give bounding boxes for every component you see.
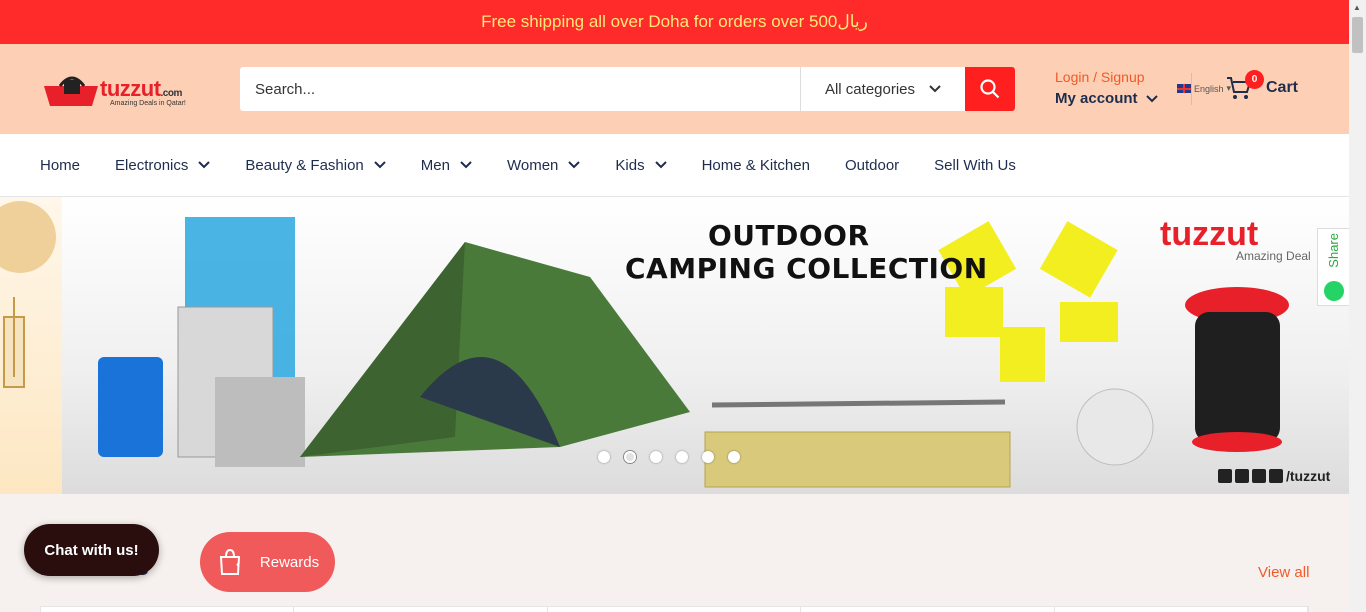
banner-brand-tagline: Amazing Deal (1236, 249, 1311, 263)
site-header: tuzzut.com Amazing Deals in Qatar! All c… (0, 44, 1349, 134)
rewards-label: Rewards (259, 553, 320, 571)
page-scrollbar[interactable]: ▲ (1349, 0, 1366, 612)
nav-label: Electronics (115, 156, 189, 174)
youtube-icon (1269, 469, 1283, 483)
product-card[interactable] (294, 607, 548, 612)
nav-item-women[interactable]: Women (506, 156, 581, 174)
nav-item-electronics[interactable]: Electronics (115, 156, 211, 174)
logo-text: tuzzut (100, 76, 161, 101)
slider-dots (598, 451, 740, 463)
search-icon (980, 79, 1000, 99)
site-logo[interactable]: tuzzut.com Amazing Deals in Qatar! (42, 72, 202, 112)
chat-button[interactable]: Chat with us! (24, 524, 159, 576)
slider-dot[interactable] (650, 451, 662, 463)
shopping-bag-icon (44, 76, 98, 106)
rewards-button[interactable]: Rewards (200, 532, 335, 592)
slider-dot-active[interactable] (624, 451, 636, 463)
category-select-value: All categories (824, 80, 916, 98)
cart-label: Cart (1266, 79, 1299, 96)
nav-label: Home & Kitchen (701, 156, 810, 174)
camping-products-illustration (98, 217, 1289, 488)
chat-label: Chat with us! (44, 541, 139, 559)
linkedin-icon (1252, 469, 1266, 483)
main-nav: Home Electronics Beauty & Fashion Men Wo… (0, 134, 1349, 197)
announcement-text: Free shipping all over Doha for orders o… (481, 12, 868, 31)
product-card[interactable] (1055, 607, 1309, 612)
share-widget[interactable]: Share (1317, 228, 1349, 306)
scrollbar-thumb[interactable] (1352, 17, 1363, 53)
my-account-dropdown[interactable]: My account (1055, 90, 1158, 107)
slider-dot[interactable] (676, 451, 688, 463)
account-area: Login / Signup My account (1055, 69, 1158, 107)
cart-button[interactable]: 0 Cart (1226, 70, 1299, 101)
view-all-link[interactable]: View all (1258, 564, 1309, 581)
nav-item-beauty-fashion[interactable]: Beauty & Fashion (245, 156, 386, 174)
gift-bag-icon (219, 548, 240, 575)
product-card[interactable] (41, 607, 295, 612)
product-grid (40, 606, 1309, 612)
share-label: Share (1326, 233, 1341, 268)
banner-headline-outdoor: OUTDOOR (708, 219, 870, 252)
chevron-down-icon (929, 85, 941, 93)
nav-item-home[interactable]: Home (40, 157, 80, 174)
scroll-up-arrow-icon[interactable]: ▲ (1353, 3, 1361, 12)
banner-social-row: /tuzzut (1218, 468, 1330, 484)
nav-label: Beauty & Fashion (245, 156, 364, 174)
logo-tagline: Amazing Deals in Qatar! (110, 100, 186, 107)
hero-banner[interactable]: OUTDOOR CAMPING COLLECTION tuzzut Amazin… (0, 197, 1349, 494)
nav-label: Men (420, 156, 450, 174)
language-selector[interactable]: English ▾ (1177, 83, 1231, 94)
cart-count-badge: 0 (1245, 70, 1264, 89)
nav-item-outdoor[interactable]: Outdoor (845, 157, 899, 174)
login-signup-link[interactable]: Login / Signup (1055, 69, 1158, 85)
category-select[interactable]: All categories (800, 67, 965, 111)
nav-item-men[interactable]: Men (421, 157, 472, 174)
nav-label: Kids (615, 156, 645, 174)
slider-dot[interactable] (728, 451, 740, 463)
chevron-down-icon (198, 161, 211, 169)
search-button[interactable] (965, 67, 1015, 111)
chevron-down-icon (1145, 94, 1158, 102)
chevron-down-icon (460, 161, 472, 169)
nav-item-kids[interactable]: Kids (615, 156, 667, 174)
slider-dot[interactable] (598, 451, 610, 463)
product-card[interactable] (548, 607, 802, 612)
logo-domain: .com (160, 88, 183, 99)
banner-headline-camping: CAMPING COLLECTION (625, 252, 988, 285)
instagram-icon (1235, 469, 1249, 483)
chevron-down-icon (374, 161, 386, 169)
nav-label: Sell With Us (934, 156, 1016, 174)
slider-dot[interactable] (702, 451, 714, 463)
search-input[interactable] (240, 67, 800, 111)
language-label: English (1194, 83, 1224, 94)
nav-label: Women (506, 156, 559, 174)
whatsapp-icon[interactable] (1323, 281, 1344, 301)
product-card[interactable] (801, 607, 1055, 612)
social-handle: /tuzzut (1286, 468, 1331, 484)
nav-item-home-kitchen[interactable]: Home & Kitchen (702, 157, 810, 174)
nav-label: Home (40, 156, 81, 174)
search-bar: All categories (240, 67, 1015, 111)
chevron-down-icon (654, 161, 667, 169)
chevron-down-icon (568, 161, 581, 169)
uk-flag-icon (1177, 84, 1191, 93)
facebook-icon (1218, 469, 1232, 483)
header-divider (1191, 73, 1192, 105)
my-account-label: My account (1055, 90, 1138, 107)
nav-item-sell-with-us[interactable]: Sell With Us (934, 157, 1016, 174)
announcement-bar: Free shipping all over Doha for orders o… (0, 0, 1349, 44)
nav-label: Outdoor (844, 156, 900, 174)
